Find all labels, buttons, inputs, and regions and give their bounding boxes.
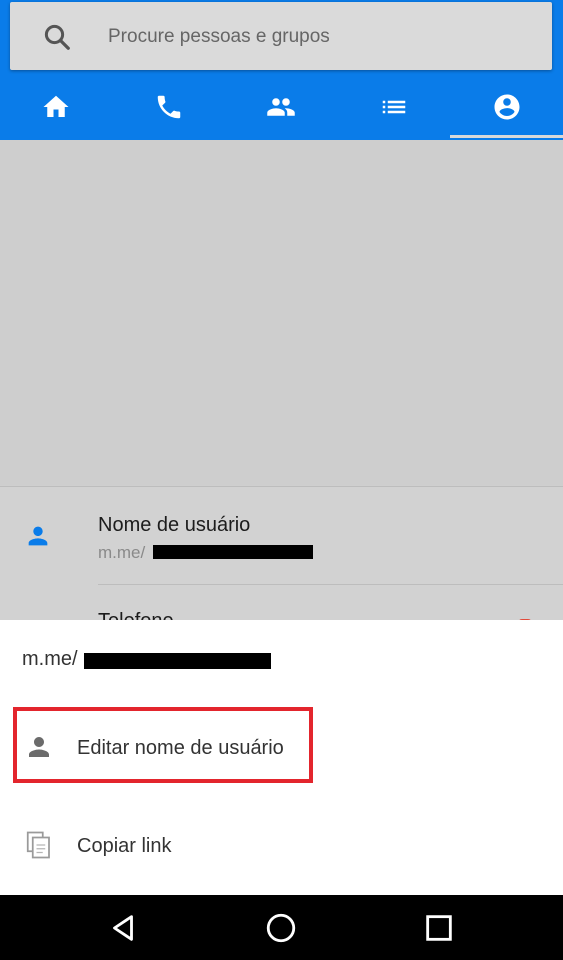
bottom-sheet: m.me/ Editar nome de usuário Copiar link (0, 620, 563, 895)
profile-header-area (0, 140, 563, 485)
tab-calls[interactable] (113, 75, 226, 138)
highlight-box (13, 707, 313, 783)
username-value: m.me/ (98, 543, 146, 562)
app-header: Procure pessoas e grupos (0, 0, 563, 140)
copy-icon (26, 831, 50, 859)
tab-list[interactable] (338, 75, 451, 138)
people-icon (267, 97, 296, 116)
profile-details-list: Nome de usuário m.me/ Telefone (0, 486, 563, 623)
list-icon (382, 100, 406, 113)
home-button-icon[interactable] (264, 911, 298, 945)
sheet-link: m.me/ (22, 648, 78, 670)
copy-link-option[interactable]: Copiar link (0, 806, 563, 886)
tab-account[interactable] (450, 75, 563, 138)
search-icon (44, 24, 70, 50)
tab-home[interactable] (0, 75, 113, 138)
tab-bar (0, 75, 563, 138)
copy-link-label: Copiar link (77, 835, 172, 857)
phone-icon (157, 95, 181, 118)
redacted-link (84, 653, 271, 669)
account-icon (494, 94, 520, 119)
search-placeholder: Procure pessoas e grupos (108, 26, 330, 47)
username-label: Nome de usuário (98, 514, 251, 536)
back-icon[interactable] (106, 911, 140, 945)
home-icon (43, 95, 69, 117)
tab-people[interactable] (225, 75, 338, 138)
list-divider (98, 584, 563, 585)
redacted-username (153, 545, 313, 559)
system-nav-bar (0, 895, 563, 960)
recents-icon[interactable] (422, 911, 456, 945)
person-icon (28, 526, 48, 546)
search-bar[interactable]: Procure pessoas e grupos (10, 2, 552, 70)
